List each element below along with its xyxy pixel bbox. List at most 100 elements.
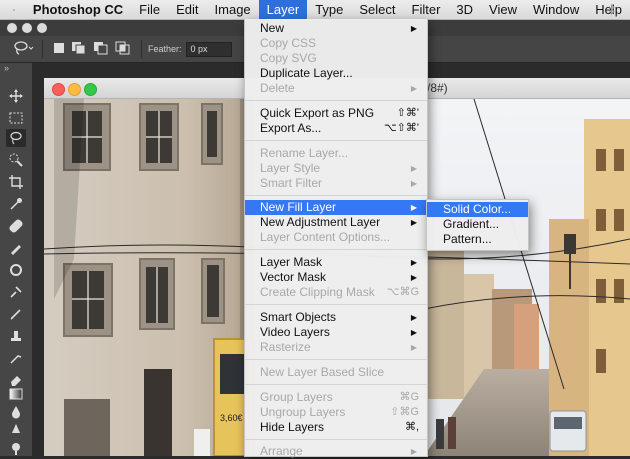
new-selection-icon[interactable] — [53, 42, 65, 56]
menu-item-new-fill-layer[interactable]: New Fill Layer ▶ — [245, 200, 427, 215]
menu-item-hide-layers[interactable]: Hide Layers ⌘, — [245, 420, 427, 435]
menu-item-copy-css: Copy CSS — [245, 36, 427, 51]
menu-item-label: New Adjustment Layer — [260, 215, 381, 229]
submenu-arrow-icon: ▶ — [410, 179, 417, 188]
close-document-icon[interactable] — [52, 83, 65, 96]
submenu-arrow-icon: ▶ — [410, 273, 417, 282]
submenu-item-gradient[interactable]: Gradient... — [427, 217, 528, 232]
quick-selection-tool-icon[interactable] — [6, 151, 26, 169]
bluetooth-icon[interactable] — [608, 3, 616, 16]
menu-type[interactable]: Type — [307, 0, 351, 19]
marquee-tool-icon[interactable] — [6, 109, 26, 127]
eyedropper-tool-icon[interactable] — [6, 195, 26, 213]
menu-item-vector-mask[interactable]: Vector Mask ▶ — [245, 270, 427, 285]
stamp-tool-icon[interactable] — [6, 327, 26, 345]
tools-panel: » — [0, 63, 33, 456]
menu-item-duplicate-layer[interactable]: Duplicate Layer... — [245, 66, 427, 81]
menu-item-new[interactable]: New ▶ — [245, 21, 427, 36]
menu-window[interactable]: Window — [525, 0, 587, 19]
menu-filter[interactable]: Filter — [404, 0, 449, 19]
feather-label: Feather: — [148, 44, 182, 54]
apple-logo-icon[interactable] — [13, 3, 15, 17]
menu-item-label: Layer Style — [260, 161, 321, 175]
submenu-arrow-icon: ▶ — [410, 343, 417, 352]
menu-item-label: Smart Objects — [260, 310, 337, 324]
menu-item-new-adjustment-layer[interactable]: New Adjustment Layer ▶ — [245, 215, 427, 230]
smudge-tool-icon[interactable] — [6, 349, 26, 367]
menu-edit[interactable]: Edit — [168, 0, 206, 19]
intersect-selection-icon[interactable] — [115, 41, 131, 57]
menu-item-label: Layer Content Options... — [260, 230, 391, 244]
menu-item-label: Quick Export as PNG — [260, 106, 375, 120]
collapse-panel-icon[interactable]: » — [4, 63, 9, 73]
menu-item-group-layers: Group Layers ⌘G — [245, 390, 427, 405]
add-to-selection-icon[interactable] — [71, 41, 87, 57]
menu-separator — [245, 195, 427, 196]
submenu-arrow-icon: ▶ — [410, 447, 417, 456]
menu-3d[interactable]: 3D — [448, 0, 481, 19]
healing-brush-tool-icon[interactable] — [6, 217, 26, 235]
menu-item-smart-objects[interactable]: Smart Objects ▶ — [245, 310, 427, 325]
menu-item-label: Hide Layers — [260, 420, 325, 434]
menu-item-export-as[interactable]: Export As... ⌥⇧⌘' — [245, 121, 427, 136]
menu-separator — [245, 304, 427, 305]
brush-tool-icon[interactable] — [6, 239, 26, 257]
menu-item-quick-export[interactable]: Quick Export as PNG ⇧⌘' — [245, 106, 427, 121]
menu-item-copy-svg: Copy SVG — [245, 51, 427, 66]
menu-item-label: Delete — [260, 81, 295, 95]
minimize-window-icon[interactable] — [22, 23, 32, 33]
menu-select[interactable]: Select — [351, 0, 403, 19]
pen-brush-tool-icon[interactable] — [6, 305, 26, 323]
menu-shortcut: ⇧⌘' — [396, 107, 419, 119]
svg-text:3,60€: 3,60€ — [220, 413, 243, 423]
menu-image[interactable]: Image — [207, 0, 259, 19]
menu-view[interactable]: View — [481, 0, 525, 19]
submenu-arrow-icon: ▶ — [410, 258, 417, 267]
menu-separator — [245, 140, 427, 141]
lasso-tool-icon[interactable] — [6, 129, 26, 147]
menu-shortcut: ⌥⇧⌘' — [384, 122, 419, 134]
menu-item-new-layer-based-slice: New Layer Based Slice — [245, 365, 427, 380]
blur-tool-icon[interactable] — [6, 403, 26, 421]
clone-stamp-tool-icon[interactable] — [6, 261, 26, 279]
lasso-tool-icon[interactable] — [12, 40, 34, 58]
menu-item-delete: Delete ▶ — [245, 81, 427, 96]
menu-item-layer-style: Layer Style ▶ — [245, 161, 427, 176]
subtract-from-selection-icon[interactable] — [93, 41, 109, 57]
menu-item-label: New — [260, 21, 285, 35]
menu-file[interactable]: File — [131, 0, 168, 19]
menu-item-label: New Fill Layer — [260, 200, 337, 214]
menu-separator — [245, 359, 427, 360]
menu-item-video-layers[interactable]: Video Layers ▶ — [245, 325, 427, 340]
close-window-icon[interactable] — [7, 23, 17, 33]
menu-item-smart-filter: Smart Filter ▶ — [245, 176, 427, 191]
submenu-item-solid-color[interactable]: Solid Color... — [427, 202, 528, 217]
menu-app-name[interactable]: Photoshop CC — [27, 0, 131, 19]
submenu-item-pattern[interactable]: Pattern... — [427, 232, 528, 247]
submenu-arrow-icon: ▶ — [410, 218, 417, 227]
move-tool-icon[interactable] — [6, 87, 26, 105]
menu-item-label: Export As... — [260, 121, 322, 135]
menu-shortcut: ⇧⌘G — [390, 406, 419, 418]
gradient-tool-icon[interactable] — [6, 385, 26, 403]
menu-separator — [245, 100, 427, 101]
feather-input[interactable]: 0 px — [185, 41, 232, 57]
menu-separator — [245, 384, 427, 385]
pen-tool-icon[interactable] — [6, 421, 26, 439]
zoom-document-icon[interactable] — [84, 83, 97, 96]
menu-item-layer-mask[interactable]: Layer Mask ▶ — [245, 255, 427, 270]
menu-layer[interactable]: Layer — [258, 0, 308, 19]
submenu-item-label: Solid Color... — [443, 202, 512, 216]
crop-tool-icon[interactable] — [6, 173, 26, 191]
menu-item-ungroup-layers: Ungroup Layers ⇧⌘G — [245, 405, 427, 420]
submenu-arrow-icon: ▶ — [410, 203, 417, 212]
submenu-arrow-icon: ▶ — [410, 328, 417, 337]
zoom-window-icon[interactable] — [37, 23, 47, 33]
dodge-tool-icon[interactable] — [6, 439, 26, 457]
minimize-document-icon[interactable] — [68, 83, 81, 96]
menu-item-rename-layer: Rename Layer... — [245, 146, 427, 161]
history-brush-tool-icon[interactable] — [6, 283, 26, 301]
submenu-item-label: Gradient... — [443, 217, 500, 231]
submenu-arrow-icon: ▶ — [410, 313, 417, 322]
menu-item-arrange: Arrange ▶ — [245, 444, 427, 459]
